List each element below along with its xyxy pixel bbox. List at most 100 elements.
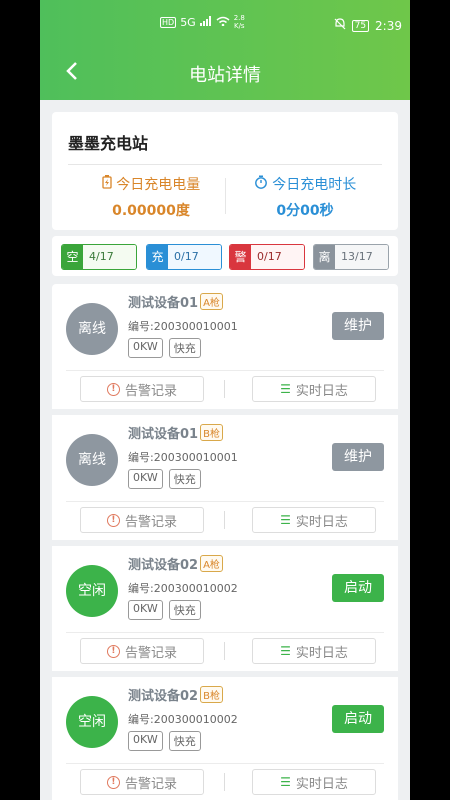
device-tags: 0KW 快充 [128,338,201,358]
device-tags: 0KW 快充 [128,469,201,489]
realtime-log-label: 实时日志 [295,514,348,530]
energy-value: 0.00000度 [112,203,190,219]
gun-badge: B枪 [200,686,223,703]
mute-icon [334,18,346,33]
alarm-record-label: 告警记录 [124,645,177,661]
device-actions: ! 告警记录 ☰ 实时日志 [52,769,398,797]
gun-badge: B枪 [200,424,223,441]
energy-label: 今日充电电量 [116,177,201,193]
device-title: 测试设备01 B枪 [128,423,223,442]
alert-circle-icon: ! [106,644,120,658]
gun-badge: A枪 [200,555,223,572]
list-icon: ☰ [280,513,291,527]
list-icon: ☰ [280,644,291,658]
speed-unit: K/s [233,22,245,30]
filter-charging[interactable]: 充 0/17 [146,244,222,270]
filter-count: 4/17 [83,245,136,269]
gun-badge: A枪 [200,293,223,310]
page-title: 电站详情 [189,65,261,86]
station-card: 墨墨充电站 今日充电电量 0.00000度 今日充电时长 0分00秒 [52,112,398,230]
device-status-badge: 空闲 [66,696,118,748]
device-name: 测试设备02 [128,689,199,704]
mode-tag: 快充 [168,600,201,620]
filter-alarm[interactable]: 警 0/17 [229,244,305,270]
divider [224,773,225,791]
start-button[interactable]: 启动 [332,705,384,733]
time: 2:39 [375,18,402,33]
alarm-record-button[interactable]: ! 告警记录 [80,769,204,795]
device-actions: ! 告警记录 ☰ 实时日志 [52,638,398,666]
alert-circle-icon: ! [106,382,120,396]
filter-key: 空 [62,245,83,269]
stopwatch-icon [254,175,272,193]
alert-circle-icon: ! [106,775,120,789]
device-item: 离线 测试设备01 B枪 编号:200300010001 0KW 快充 维护 !… [52,415,398,546]
device-name: 测试设备01 [128,296,199,311]
divider [68,164,382,165]
realtime-log-button[interactable]: ☰ 实时日志 [252,376,376,402]
station-name: 墨墨充电站 [68,134,149,153]
divider [66,632,384,633]
device-status-badge: 离线 [66,434,118,486]
alarm-record-label: 告警记录 [124,776,177,792]
realtime-log-button[interactable]: ☰ 实时日志 [252,638,376,664]
power-tag: 0KW [128,731,163,751]
alarm-record-button[interactable]: ! 告警记录 [80,507,204,533]
phone-screen: HD 5G 2.8 K/s 75 2:39 电站详情 墨墨充电站 今日充电电量 … [40,0,410,800]
alarm-record-label: 告警记录 [124,383,177,399]
alert-circle-icon: ! [106,513,120,527]
divider [224,511,225,529]
status-right: 75 2:39 [334,18,402,33]
divider [66,370,384,371]
realtime-log-label: 实时日志 [295,645,348,661]
list-icon: ☰ [280,382,291,396]
header: HD 5G 2.8 K/s 75 2:39 电站详情 [40,0,410,100]
device-list[interactable]: 离线 测试设备01 A枪 编号:200300010001 0KW 快充 维护 !… [52,284,398,800]
energy-label-row: 今日充电电量 [66,174,236,194]
alarm-record-button[interactable]: ! 告警记录 [80,638,204,664]
device-name: 测试设备02 [128,558,199,573]
filter-count: 0/17 [251,245,304,269]
mode-tag: 快充 [168,731,201,751]
realtime-log-button[interactable]: ☰ 实时日志 [252,507,376,533]
realtime-log-label: 实时日志 [295,383,348,399]
device-status-badge: 离线 [66,303,118,355]
device-status-badge: 空闲 [66,565,118,617]
device-item: 空闲 测试设备02 B枪 编号:200300010002 0KW 快充 启动 !… [52,677,398,800]
network-indicator: 5G [180,15,196,29]
realtime-log-button[interactable]: ☰ 实时日志 [252,769,376,795]
device-name: 测试设备01 [128,427,199,442]
nav-bar: 电站详情 [40,44,410,100]
device-actions: ! 告警记录 ☰ 实时日志 [52,376,398,404]
power-tag: 0KW [128,338,163,358]
device-item: 空闲 测试设备02 A枪 编号:200300010002 0KW 快充 启动 !… [52,546,398,677]
maintain-button[interactable]: 维护 [332,443,384,471]
network-speed: 2.8 K/s [234,14,245,30]
device-code: 编号:200300010002 [128,713,238,726]
device-title: 测试设备02 B枪 [128,685,223,704]
duration-label-row: 今日充电时长 [220,174,390,194]
power-tag: 0KW [128,469,163,489]
hd-indicator: HD [160,16,177,28]
filter-idle[interactable]: 空 4/17 [61,244,137,270]
device-title: 测试设备01 A枪 [128,292,223,311]
status-filter-bar: 空 4/17 充 0/17 警 0/17 离 13/17 [52,236,398,276]
alarm-record-button[interactable]: ! 告警记录 [80,376,204,402]
start-button[interactable]: 启动 [332,574,384,602]
maintain-button[interactable]: 维护 [332,312,384,340]
device-actions: ! 告警记录 ☰ 实时日志 [52,507,398,535]
device-code: 编号:200300010001 [128,320,238,333]
duration-stat: 今日充电时长 0分00秒 [220,174,390,220]
list-icon: ☰ [280,775,291,789]
device-code: 编号:200300010001 [128,451,238,464]
filter-key: 警 [230,245,251,269]
mode-tag: 快充 [168,469,201,489]
divider [66,763,384,764]
divider [224,642,225,660]
duration-label: 今日充电时长 [272,177,357,193]
battery-charge-icon [102,175,116,193]
filter-offline[interactable]: 离 13/17 [313,244,389,270]
status-bar: HD 5G 2.8 K/s 75 2:39 [40,0,410,44]
divider [224,380,225,398]
status-left: HD 5G 2.8 K/s [160,14,245,30]
